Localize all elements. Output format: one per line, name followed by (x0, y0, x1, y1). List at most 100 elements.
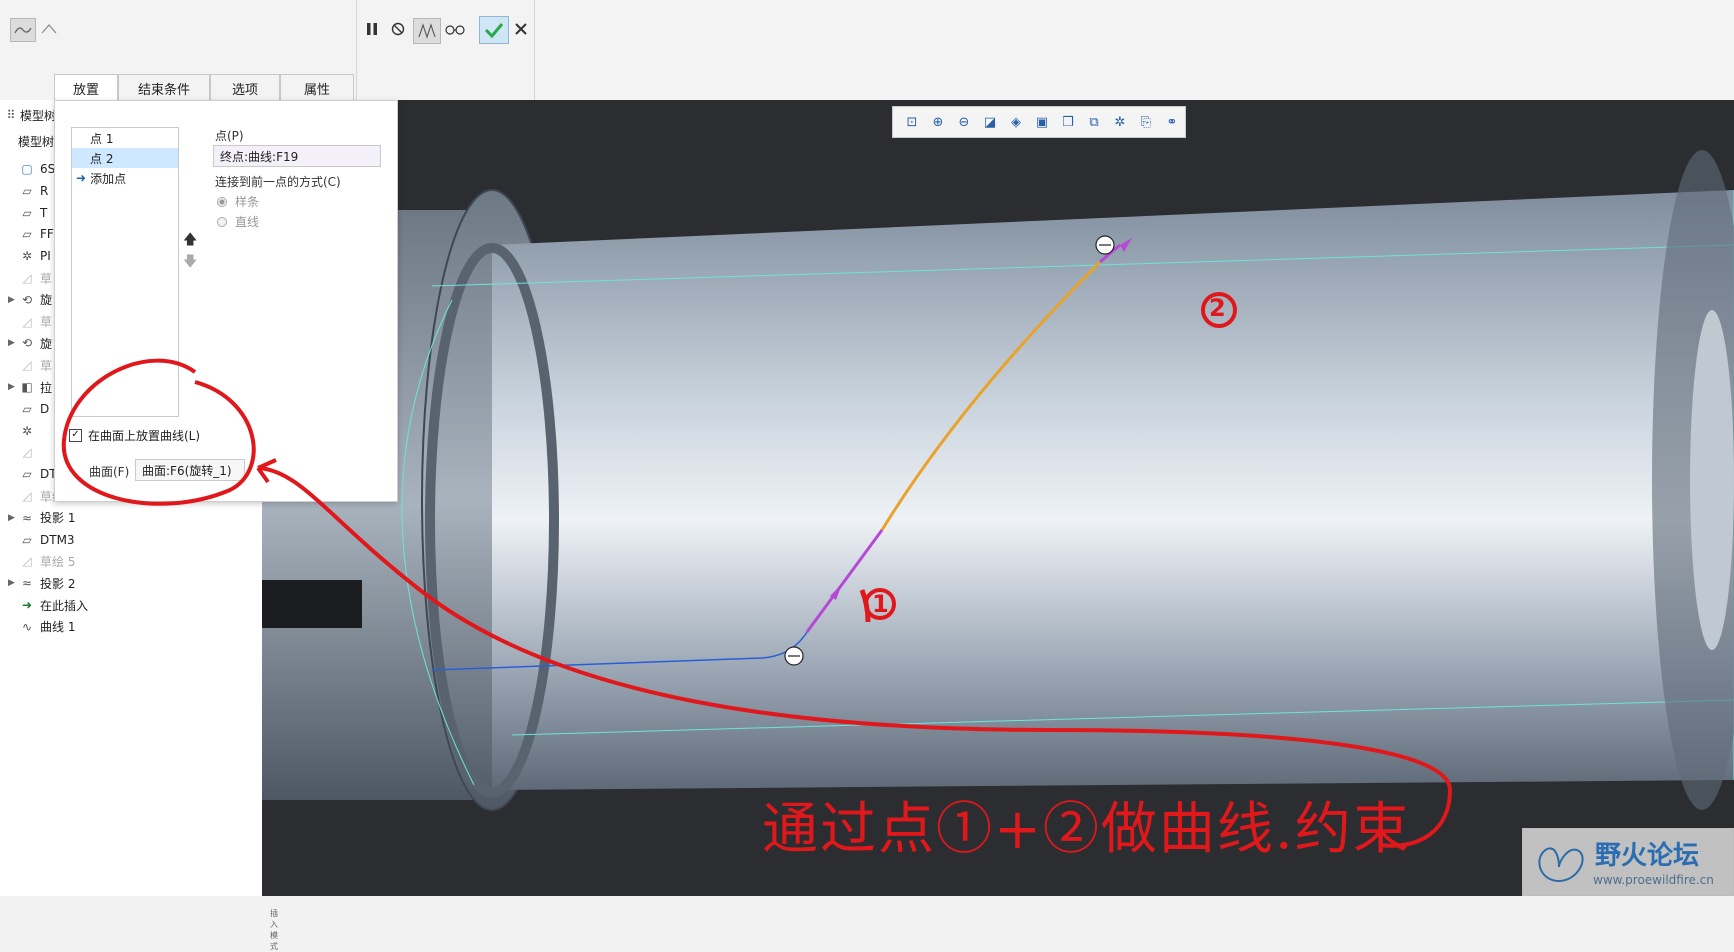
sketch-icon: ◿ (22, 445, 32, 460)
part-icon: ▢ (21, 162, 33, 176)
surface-field[interactable]: 曲面:F6(旋转_1) (135, 459, 245, 481)
tab-label: 选项 (231, 82, 258, 98)
spin-center-icon[interactable]: ⚭ (1159, 115, 1185, 130)
refit-icon[interactable]: ⊡ (899, 115, 925, 130)
expand-arrow-icon[interactable]: ▶ (8, 295, 18, 305)
pause-button[interactable] (362, 18, 382, 40)
point-field-label: 点(P) (215, 129, 244, 143)
tree-item-label: 草 (40, 315, 53, 330)
expand-arrow-icon[interactable]: ▶ (8, 382, 18, 392)
accept-button[interactable] (479, 16, 509, 44)
polyline-type-button[interactable] (38, 18, 60, 40)
point-field[interactable]: 终点:曲线:F19 (213, 145, 381, 167)
sketch-icon: ◿ (22, 358, 32, 373)
tab-placement[interactable]: 放置 (54, 74, 118, 101)
tree-item-label: 旋 (40, 336, 53, 351)
add-point-item[interactable]: ➜ 添加点 (72, 168, 178, 188)
annotation-marker-1: 1 (872, 590, 889, 618)
tree-item-label: T (40, 205, 48, 220)
line-radio[interactable]: 直线 (217, 213, 259, 230)
tree-item[interactable]: ▶ ◧ 拉 (0, 376, 52, 398)
csys-icon: ✲ (21, 249, 33, 264)
tree-item[interactable]: ✲ PI (0, 245, 51, 267)
placement-panel: 点 1 点 2 ➜ 添加点 🡅 🡇 点(P) 终点:曲线:F19 连接到前一点的… (54, 100, 398, 502)
tree-item[interactable]: ◿ 草 (0, 311, 52, 333)
expand-arrow-icon[interactable]: ▶ (8, 513, 18, 523)
tab-properties[interactable]: 属性 (280, 74, 354, 101)
tree-item-label: PI (40, 249, 51, 264)
tree-item-label: 投影 1 (40, 511, 76, 526)
sketch-icon: ◿ (22, 489, 32, 503)
point-list[interactable]: 点 1 点 2 ➜ 添加点 (71, 127, 179, 417)
on-surface-checkbox[interactable]: ✓ 在曲面上放置曲线(L) (69, 427, 200, 444)
spline-type-button[interactable] (10, 18, 36, 42)
datum-plane-icon: ▱ (22, 227, 32, 242)
radio-dot (217, 196, 227, 207)
expand-arrow-icon[interactable]: ▶ (8, 338, 18, 348)
spline-radio[interactable]: 样条 (217, 193, 259, 210)
tree-item[interactable]: ▱ D (0, 398, 49, 420)
cancel-button[interactable] (511, 18, 531, 40)
display-style-icon[interactable]: ◈ (1003, 115, 1029, 130)
radio-dot (217, 216, 227, 227)
tree-item[interactable]: ∿ 曲线 1 (0, 616, 75, 638)
annotation-display-icon[interactable]: ⎘ (1133, 115, 1159, 130)
saved-orientations-icon[interactable]: ▣ (1029, 115, 1055, 130)
model-tree-icon: ⠿ (6, 108, 16, 122)
checkmark-icon (484, 23, 504, 38)
tree-item[interactable]: ▶ ⟲ 旋 (0, 332, 52, 354)
pause-icon (367, 23, 377, 35)
tree-item[interactable]: ▶ ≈ 投影 1 (0, 507, 75, 529)
tree-item[interactable]: ▱ R (0, 180, 48, 202)
datum-display-icon[interactable]: ✲ (1107, 115, 1133, 130)
section-icon[interactable]: ⧉ (1081, 115, 1107, 130)
projection-icon: ≈ (21, 576, 33, 591)
point-list-item-selected[interactable]: 点 2 (72, 148, 178, 168)
checkbox-label: 在曲面上放置曲线(L) (88, 429, 201, 443)
move-up-button[interactable]: 🡅 (183, 229, 197, 253)
datum-plane-icon: ▱ (22, 183, 32, 198)
tree-item-label: FF (40, 227, 54, 242)
tree-item[interactable]: ◿ (0, 441, 40, 463)
zoom-out-icon[interactable]: ⊖ (951, 115, 977, 130)
insert-here-icon: ➜ (21, 598, 33, 612)
geometry-preview-button[interactable] (413, 18, 441, 44)
view-manager-icon[interactable]: ❒ (1055, 115, 1081, 130)
checkbox-box: ✓ (69, 429, 82, 442)
tree-item[interactable]: ▶ ⟲ 旋 (0, 289, 52, 311)
model-tree-title: 模型树 (0, 130, 54, 152)
tree-item[interactable]: ➜ 在此插入 (0, 594, 88, 616)
repaint-icon[interactable]: ◪ (977, 115, 1003, 130)
forum-watermark: 野火论坛 www.proewildfire.cn (1522, 828, 1734, 896)
tab-label: 结束条件 (137, 82, 190, 98)
tree-item-label: 拉 (40, 380, 53, 395)
zoom-in-icon[interactable]: ⊕ (925, 115, 951, 130)
model-tree-header[interactable]: ⠿ 模型树 (0, 104, 56, 126)
tree-item[interactable]: ▶ ≈ 投影 2 (0, 572, 75, 594)
tree-item-label: 投影 2 (40, 576, 76, 591)
tree-item[interactable]: ▱ DTM3 (0, 529, 74, 551)
no-preview-icon (391, 22, 405, 36)
tree-item-label: 在此插入 (40, 598, 89, 613)
no-preview-button[interactable] (388, 18, 408, 40)
tree-item[interactable]: ✲ (0, 420, 40, 442)
radio-label: 样条 (235, 195, 260, 209)
tab-label: 属性 (303, 82, 330, 98)
move-down-button[interactable]: 🡇 (183, 251, 197, 275)
verify-preview-button[interactable] (443, 18, 467, 40)
sketch-icon: ◿ (22, 314, 32, 329)
point-list-item[interactable]: 点 1 (72, 128, 178, 148)
graphics-viewport[interactable] (262, 100, 1734, 896)
tab-end-condition[interactable]: 结束条件 (118, 74, 210, 101)
tree-item[interactable]: ◿ 草 (0, 267, 52, 289)
datum-plane-icon: ▱ (22, 467, 32, 482)
tree-item[interactable]: ◿ 草绘 5 (0, 550, 75, 572)
expand-arrow-icon[interactable]: ▶ (8, 578, 18, 588)
view-toolbar: ⊡ ⊕ ⊖ ◪ ◈ ▣ ❒ ⧉ ✲ ⎘ ⚭ (892, 106, 1186, 138)
point-label: 点 2 (90, 151, 114, 166)
tree-item[interactable]: ◿ 草 (0, 354, 52, 376)
datum-plane-icon: ▱ (22, 532, 32, 547)
tree-item[interactable]: ▱ T (0, 202, 47, 224)
tree-item[interactable]: ▱ FF (0, 223, 54, 245)
tab-options[interactable]: 选项 (210, 74, 280, 101)
